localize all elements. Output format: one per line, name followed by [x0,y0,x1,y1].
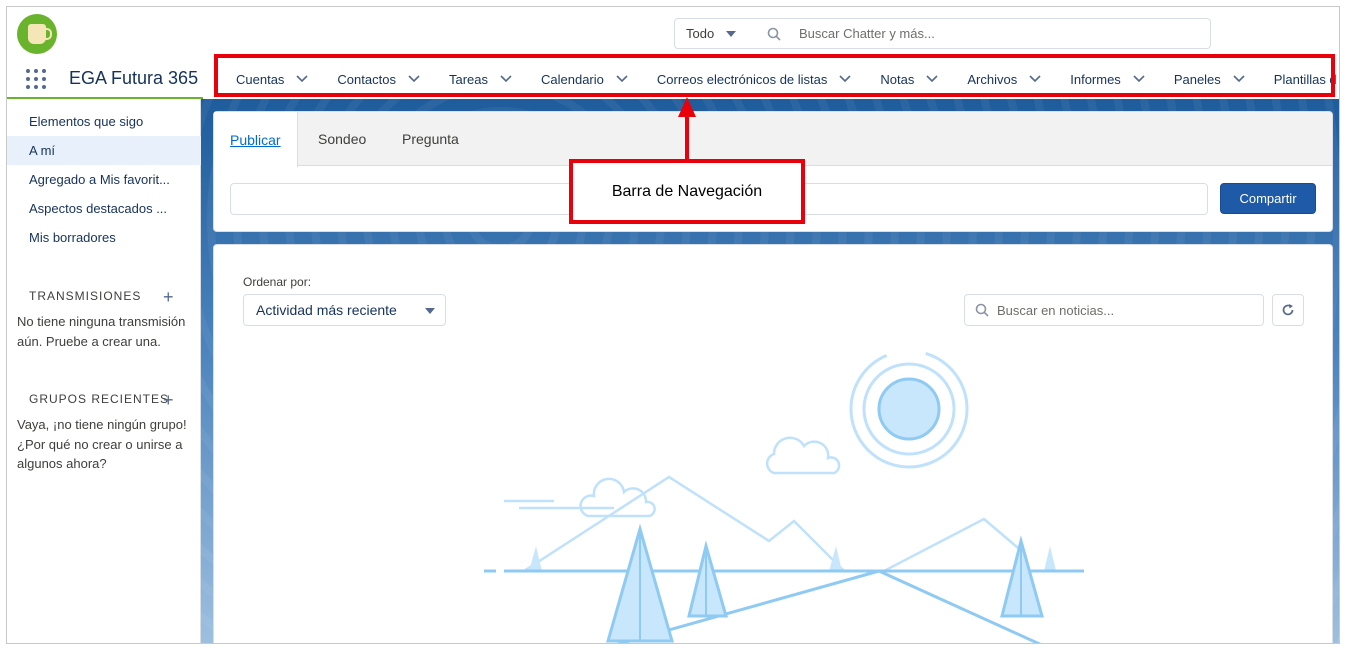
nav-item-paneles[interactable]: Paneles [1157,59,1257,99]
nav-item-label: Calendario [541,71,604,87]
tab-sondeo[interactable]: Sondeo [318,112,366,166]
chevron-down-icon[interactable] [408,75,420,83]
app-name: EGA Futura 365 [69,68,199,88]
org-logo[interactable] [17,14,57,54]
add-stream-icon[interactable]: + [163,288,174,306]
sidebar-item-label: A mí [29,143,56,158]
publisher-tabs: Publicar Sondeo Pregunta [214,112,1332,167]
nav-item-correos-listas[interactable]: Correos electrónicos de listas [640,59,864,99]
sidebar-item-to-me[interactable]: A mí [7,136,201,165]
refresh-icon [1282,304,1294,316]
groups-header: GRUPOS RECIENTES [29,392,170,406]
groups-empty-text: Vaya, ¡no tiene ningún grupo! ¿Por qué n… [17,417,187,471]
nav-item-tareas[interactable]: Tareas [432,59,524,99]
navigation-bar: EGA Futura 365 Cuentas Contactos Tareas … [7,59,1339,99]
feed-card: Ordenar por: Actividad más reciente Busc… [213,244,1333,643]
search-scope-dropdown[interactable]: Todo [674,18,748,49]
add-group-icon[interactable]: + [163,391,174,409]
sidebar-item-following[interactable]: Elementos que sigo [7,107,201,136]
empty-feed-illustration [484,349,1084,643]
nav-item-label: Informes [1070,71,1121,87]
streams-empty-text: No tiene ninguna transmisión aún. Pruebe… [17,314,186,349]
nav-item-contactos[interactable]: Contactos [320,59,432,99]
annotation-arrow-shaft [685,115,689,160]
caret-down-icon [726,31,736,37]
sort-select[interactable]: Actividad más reciente [243,294,446,326]
sidebar-item-drafts[interactable]: Mis borradores [7,223,201,252]
nav-item-plantillas[interactable]: Plantillas de [1257,59,1337,99]
chevron-down-icon[interactable] [296,75,308,83]
nav-item-label: Tareas [448,71,488,87]
feed-sidebar: Elementos que sigo A mí Agregado a Mis f… [7,99,201,643]
search-scope-value: Todo [686,26,715,41]
sidebar-item-bookmarked[interactable]: Agregado a Mis favorit... [7,165,201,194]
arrow-up-icon [678,97,696,117]
nav-item-label: Paneles [1173,71,1221,87]
global-search-input[interactable]: Buscar Chatter y más... [747,18,1211,49]
chevron-down-icon[interactable] [839,75,851,83]
nav-item-cuentas[interactable]: Cuentas [219,59,320,99]
nav-item-label: Notas [880,71,915,87]
nav-item-archivos[interactable]: Archivos [950,59,1053,99]
nav-item-calendario[interactable]: Calendario [524,59,640,99]
nav-item-label: Cuentas [236,71,285,87]
nav-item-label: Correos electrónicos de listas [656,71,828,87]
sidebar-item-label: Mis borradores [29,230,116,245]
feed-search-input[interactable]: Buscar en noticias... [964,294,1264,326]
sidebar-item-label: Elementos que sigo [29,114,144,129]
sidebar-item-label: Agregado a Mis favorit... [29,172,170,187]
nav-item-label: Contactos [337,71,396,87]
chevron-down-icon[interactable] [1233,75,1245,83]
sort-value: Actividad más reciente [256,302,397,318]
global-header: Todo Buscar Chatter y más... [7,7,1339,59]
search-icon [767,27,781,41]
nav-item-label: Archivos [967,71,1018,87]
app-window: Todo Buscar Chatter y más... EGA Futura … [6,6,1340,644]
nav-item-label: Plantillas de [1273,71,1337,87]
refresh-button[interactable] [1272,294,1304,326]
chevron-down-icon[interactable] [500,75,512,83]
app-launcher-icon[interactable] [26,69,46,89]
nav-item-notas[interactable]: Notas [863,59,950,99]
tab-pregunta[interactable]: Pregunta [402,112,459,166]
search-icon [975,303,989,317]
global-search-placeholder: Buscar Chatter y más... [799,26,935,41]
caret-down-icon [425,308,435,314]
annotation-callout: Barra de Navegación [569,159,805,224]
chevron-down-icon[interactable] [616,75,628,83]
tab-publicar[interactable]: Publicar [214,112,298,167]
chevron-down-icon[interactable] [926,75,938,83]
sidebar-item-label: Aspectos destacados ... [29,201,168,216]
feed-search-placeholder: Buscar en noticias... [997,302,1115,318]
sort-label: Ordenar por: [243,275,312,289]
nav-items: Cuentas Contactos Tareas Calendario Corr… [219,59,1337,99]
streams-header: TRANSMISIONES [29,289,142,303]
nav-item-informes[interactable]: Informes [1053,59,1157,99]
share-button[interactable]: Compartir [1220,183,1316,214]
chevron-down-icon[interactable] [1133,75,1145,83]
chevron-down-icon[interactable] [1029,75,1041,83]
sidebar-item-highlights[interactable]: Aspectos destacados ... [7,194,201,223]
annotation-label: Barra de Navegación [611,182,763,200]
cup-icon [28,24,52,44]
